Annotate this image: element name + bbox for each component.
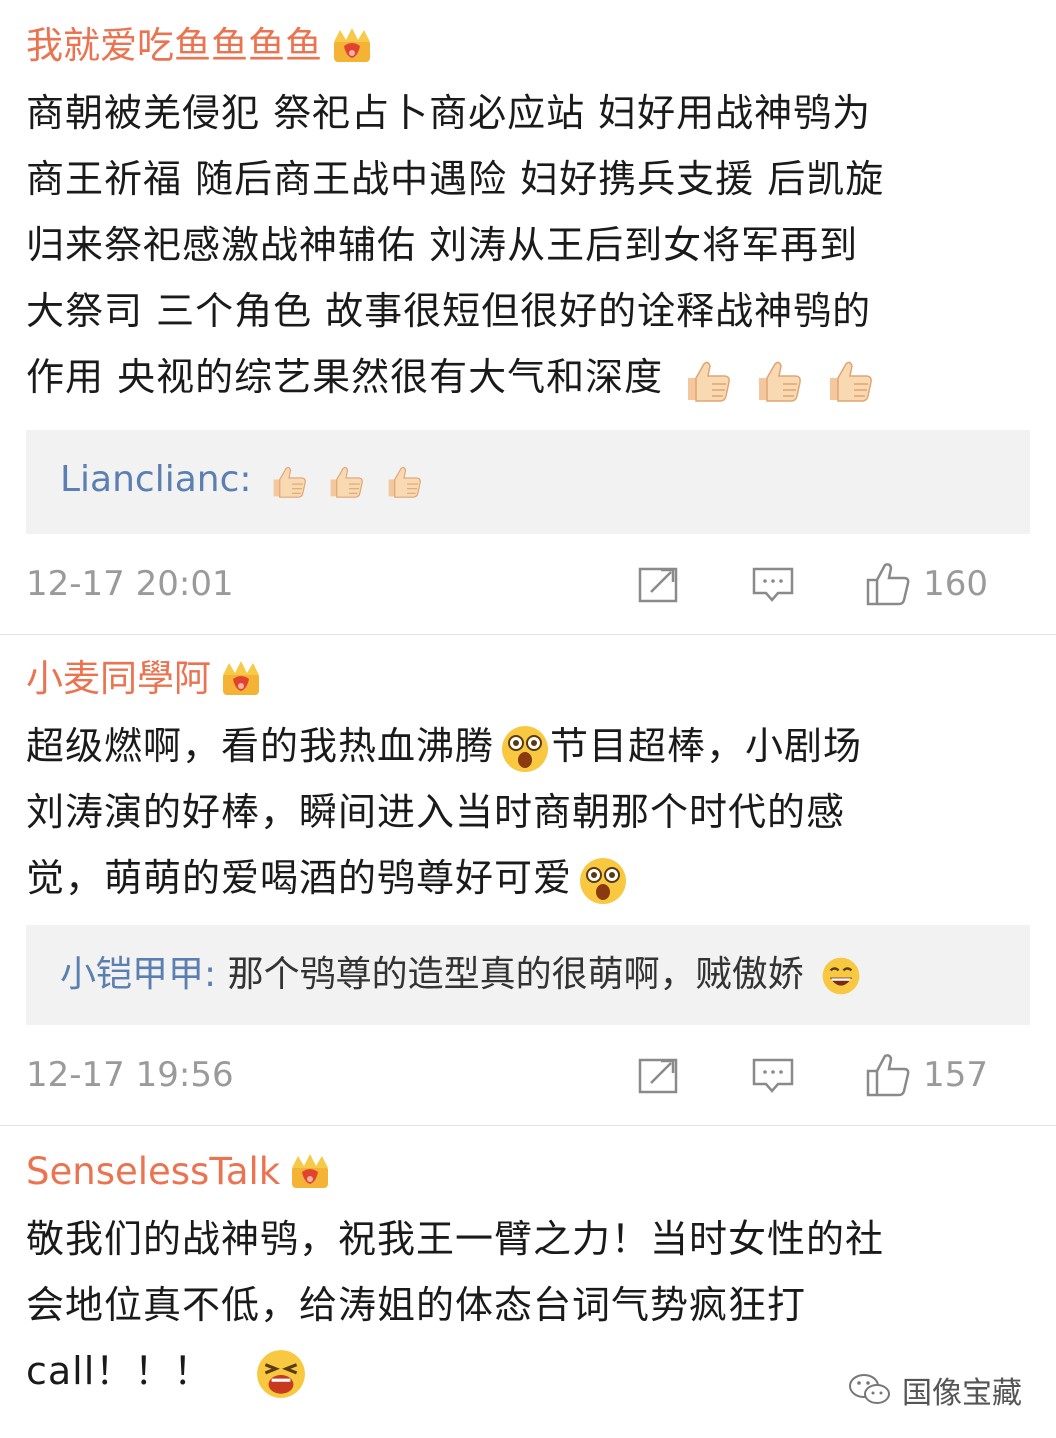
- comment-icon[interactable]: [751, 1055, 795, 1095]
- timestamp: 12-17 19:56: [26, 1055, 234, 1095]
- comment-username[interactable]: 小麦同學阿: [26, 655, 1030, 703]
- thumbs-up-emoji-icon: [326, 463, 366, 499]
- comment-line-text: 作用 央视的综艺果然很有大气和深度: [26, 355, 664, 399]
- reply-username[interactable]: 小铠甲甲:: [60, 954, 216, 995]
- comment-line: 作用 央视的综艺果然很有大气和深度: [26, 344, 1030, 410]
- comment-line: 刘涛演的好棒，瞬间进入当时商朝那个时代的感: [26, 790, 846, 834]
- shocked-emoji-icon: [500, 724, 550, 774]
- thumbs-up-emoji-icon: [753, 358, 805, 402]
- like-icon: [866, 1054, 910, 1097]
- comment-line: 觉，萌萌的爱喝酒的鸮尊好可爱: [26, 845, 1030, 911]
- username-label[interactable]: 小麦同學阿: [26, 655, 211, 703]
- comment-line-text: 超级燃啊，看的我热血沸腾: [26, 724, 495, 768]
- comment-meta: 12-17 20:01 160: [26, 534, 1030, 634]
- comment-line: 归来祭祀感激战神辅佑 刘涛从王后到女将军再到: [26, 223, 859, 267]
- comment-line-text: 觉，萌萌的爱喝酒的鸮尊好可爱: [26, 856, 573, 900]
- like-button[interactable]: 160: [865, 562, 988, 606]
- username-label[interactable]: SenselessTalk: [26, 1148, 280, 1196]
- like-count: 157: [923, 1055, 988, 1095]
- comment-line-text: 节目超棒，小剧场: [550, 724, 863, 768]
- reply-username[interactable]: Lianclianc:: [60, 459, 252, 500]
- crown-badge-icon: [219, 659, 263, 699]
- thumbs-up-emoji-icon: [269, 463, 309, 499]
- comment-body: 超级燃啊，看的我热血沸腾 节目超棒，小剧场 刘涛演的好棒，瞬间进入当时商朝那个时代…: [26, 713, 1030, 911]
- repost-icon[interactable]: [637, 564, 681, 604]
- comment-line: 会地位真不低，给涛姐的体态台词气势疯狂打: [26, 1283, 807, 1327]
- watermark-text: 国像宝藏: [902, 1376, 1022, 1411]
- wechat-icon: [849, 1374, 890, 1404]
- thumbs-up-emoji-icon: [824, 358, 876, 402]
- like-icon: [866, 563, 910, 606]
- thumbs-up-emoji-icon: [384, 463, 424, 499]
- crown-badge-icon: [288, 1152, 332, 1192]
- reply-text: 那个鸮尊的造型真的很萌啊，贼傲娇: [227, 954, 804, 995]
- like-button[interactable]: 157: [865, 1053, 988, 1097]
- reply-box[interactable]: 小铠甲甲: 那个鸮尊的造型真的很萌啊，贼傲娇: [26, 925, 1030, 1025]
- comment-item: 我就爱吃鱼鱼鱼鱼 商朝被羌侵犯 祭祀占卜商必应站 妇好用战神鸮为 商王祈福 随后…: [0, 0, 1056, 634]
- like-count: 160: [923, 564, 988, 604]
- comment-line: 大祭司 三个角色 故事很短但很好的诠释战神鸮的: [26, 289, 872, 333]
- comment-line: 敬我们的战神鸮，祝我王一臂之力！当时女性的社: [26, 1217, 885, 1261]
- comment-item: 小麦同學阿 超级燃啊，看的我热血沸腾 节目超棒，小剧场 刘涛演的好棒，瞬间进入当时…: [0, 635, 1056, 1125]
- comment-meta: 12-17 19:56 157: [26, 1025, 1030, 1125]
- comment-username[interactable]: 我就爱吃鱼鱼鱼鱼: [26, 22, 1030, 70]
- crown-badge-icon: [330, 26, 374, 66]
- comment-username[interactable]: SenselessTalk: [26, 1148, 1030, 1196]
- crying-emoji-icon: [255, 1348, 307, 1400]
- comment-actions: 157: [637, 1025, 988, 1125]
- username-label[interactable]: 我就爱吃鱼鱼鱼鱼: [26, 22, 322, 70]
- comment-line: 商朝被羌侵犯 祭祀占卜商必应站 妇好用战神鸮为: [26, 91, 872, 135]
- comment-actions: 160: [637, 534, 988, 634]
- reply-box[interactable]: Lianclianc:: [26, 430, 1030, 534]
- thumbs-up-emoji-icon: [682, 358, 734, 402]
- comment-icon[interactable]: [751, 564, 795, 604]
- comment-body: 商朝被羌侵犯 祭祀占卜商必应站 妇好用战神鸮为 商王祈福 随后商王战中遇险 妇好…: [26, 80, 1030, 410]
- shocked-emoji-icon: [578, 856, 628, 906]
- comment-line: 商王祈福 随后商王战中遇险 妇好携兵支援 后凯旋: [26, 157, 885, 201]
- comment-line: 超级燃啊，看的我热血沸腾 节目超棒，小剧场: [26, 713, 1030, 779]
- timestamp: 12-17 20:01: [26, 564, 234, 604]
- comment-item: SenselessTalk 敬我们的战神鸮，祝我王一臂之力！当时女性的社 会地位…: [0, 1126, 1056, 1404]
- watermark: 国像宝藏: [848, 1368, 1022, 1412]
- repost-icon[interactable]: [637, 1055, 681, 1095]
- comment-line-text: call！！！: [26, 1349, 213, 1393]
- grin-emoji-icon: [821, 956, 861, 996]
